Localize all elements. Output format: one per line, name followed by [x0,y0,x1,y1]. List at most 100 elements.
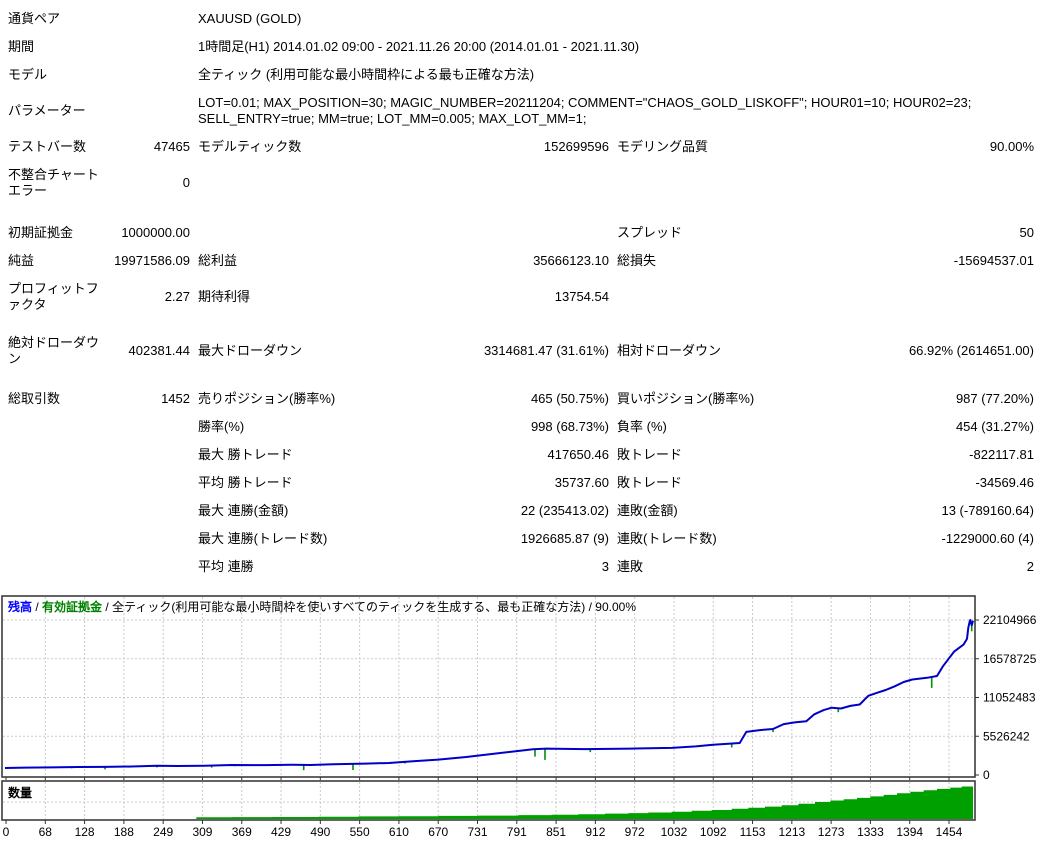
report-row: テストバー数47465モデルティック数152699596モデリング品質90.00… [8,133,1044,161]
report-value: 13754.54 [443,289,609,305]
report-label: パラメーター [8,103,190,119]
report-label: 最大 連勝(金額) [190,503,443,519]
report-label: 純益 [8,253,108,269]
report-row: 純益19971586.09総利益35666123.10総損失-15694537.… [8,247,1044,275]
report-value: 47465 [108,139,190,155]
report-value: 13 (-789160.64) [859,503,1034,519]
report-label: テストバー数 [8,139,108,155]
chart-legend: 残高 / 有効証拠金 / 全ティック(利用可能な最小時間枠を使いすべてのティック… [8,598,636,615]
report-label: モデリング品質 [609,139,859,155]
x-axis-label: 1333 [857,825,884,839]
report-value: -15694537.01 [859,253,1034,269]
x-axis-label: 791 [507,825,527,839]
report-value: 465 (50.75%) [443,391,609,407]
report-label: 相対ドローダウン [609,343,859,359]
y-axis-label: 0 [983,768,990,782]
report-label: 最大 連勝(トレード数) [190,531,443,547]
report-value: -34569.46 [859,475,1034,491]
report-value: LOT=0.01; MAX_POSITION=30; MAGIC_NUMBER=… [190,95,1034,127]
report-value: 19971586.09 [108,253,190,269]
report-value: 35666123.10 [443,253,609,269]
report-value: 3314681.47 (31.61%) [443,343,609,359]
report-value: 1時間足(H1) 2014.01.02 09:00 - 2021.11.26 2… [190,39,1034,55]
report-label: 敗トレード [609,447,859,463]
report-label: 絶対ドローダウン [8,335,108,367]
report-label: 連敗 [609,559,859,575]
legend-model-text: / 全ティック(利用可能な最小時間枠を使いすべてのティックを生成する、最も正確な… [102,600,636,614]
report-row: 絶対ドローダウン402381.44最大ドローダウン3314681.47 (31.… [8,329,1044,373]
x-axis-label: 68 [39,825,53,839]
report-row: 最大 勝トレード417650.46敗トレード-822117.81 [8,441,1044,469]
report-value: -822117.81 [859,447,1034,463]
report-label: 通貨ペア [8,11,190,27]
report-label: 敗トレード [609,475,859,491]
x-axis-label: 550 [350,825,370,839]
report-row: 不整合チャートエラー0 [8,161,1044,205]
x-axis-label: 731 [467,825,487,839]
report-value: 3 [443,559,609,575]
report-value: 2 [859,559,1034,575]
y-axis-label: 11052483 [983,691,1036,705]
report-label: 連敗(トレード数) [609,531,859,547]
report-value: 402381.44 [108,343,190,359]
strategy-tester-report: { "report": { "rows": [ {"wide":true,"c1… [0,0,1044,847]
report-label: 期間 [8,39,190,55]
report-label: モデルティック数 [190,139,443,155]
x-axis-label: 610 [389,825,409,839]
report-label: 最大ドローダウン [190,343,443,359]
report-value: 998 (68.73%) [443,419,609,435]
report-row: 最大 連勝(トレード数)1926685.87 (9)連敗(トレード数)-1229… [8,525,1044,553]
report-value: 0 [108,175,190,191]
y-axis-label: 5526242 [983,729,1030,743]
report-value: 152699596 [443,139,609,155]
report-row: 期間1時間足(H1) 2014.01.02 09:00 - 2021.11.26… [8,33,1044,61]
report-label: 平均 連勝 [190,559,443,575]
report-row: 通貨ペアXAUUSD (GOLD) [8,5,1044,33]
x-axis-label: 912 [585,825,605,839]
x-axis-label: 128 [75,825,95,839]
x-axis-label: 490 [310,825,330,839]
x-axis-label: 1394 [896,825,923,839]
report-label: 不整合チャートエラー [8,167,108,199]
x-axis-label: 1273 [818,825,845,839]
legend-separator: / [32,600,42,614]
report-row: プロフィットファクタ2.27期待利得13754.54 [8,275,1044,319]
report-label: 売りポジション(勝率%) [190,391,443,407]
x-axis-label: 0 [3,825,10,839]
report-value: 90.00% [859,139,1034,155]
legend-equity-label: 有効証拠金 [42,600,102,614]
x-axis-label: 429 [271,825,291,839]
report-label: 総損失 [609,253,859,269]
report-value: -1229000.60 (4) [859,531,1034,547]
report-value: 454 (31.27%) [859,419,1034,435]
report-label: 連敗(金額) [609,503,859,519]
balance-chart: 0552624211052483165787252210496606812818… [0,594,1044,847]
chart-canvas: 0552624211052483165787252210496606812818… [0,594,1044,847]
report-row: 平均 連勝3連敗2 [8,553,1044,581]
report-value: 1452 [108,391,190,407]
report-value: 1926685.87 (9) [443,531,609,547]
report-value: 2.27 [108,289,190,305]
x-axis-label: 249 [153,825,173,839]
report-row: モデル全ティック (利用可能な最小時間枠による最も正確な方法) [8,61,1044,89]
x-axis-label: 670 [428,825,448,839]
legend-balance-label: 残高 [8,600,32,614]
report-row: 初期証拠金1000000.00スプレッド50 [8,219,1044,247]
x-axis-label: 369 [232,825,252,839]
report-label: モデル [8,67,190,83]
report-value: 全ティック (利用可能な最小時間枠による最も正確な方法) [190,67,1034,83]
x-axis-label: 972 [625,825,645,839]
report-value: 1000000.00 [108,225,190,241]
x-axis-label: 1153 [740,825,766,839]
report-label: 買いポジション(勝率%) [609,391,859,407]
report-row: 総取引数1452売りポジション(勝率%)465 (50.75%)買いポジション(… [8,385,1044,413]
x-axis-label: 188 [114,825,134,839]
report-row: 最大 連勝(金額)22 (235413.02)連敗(金額)13 (-789160… [8,497,1044,525]
report-label: 期待利得 [190,289,443,305]
report-value: 22 (235413.02) [443,503,609,519]
report-value: 35737.60 [443,475,609,491]
x-axis-label: 851 [546,825,566,839]
y-axis-label: 16578725 [983,652,1037,666]
report-value: 987 (77.20%) [859,391,1034,407]
report-value: XAUUSD (GOLD) [190,11,1034,27]
